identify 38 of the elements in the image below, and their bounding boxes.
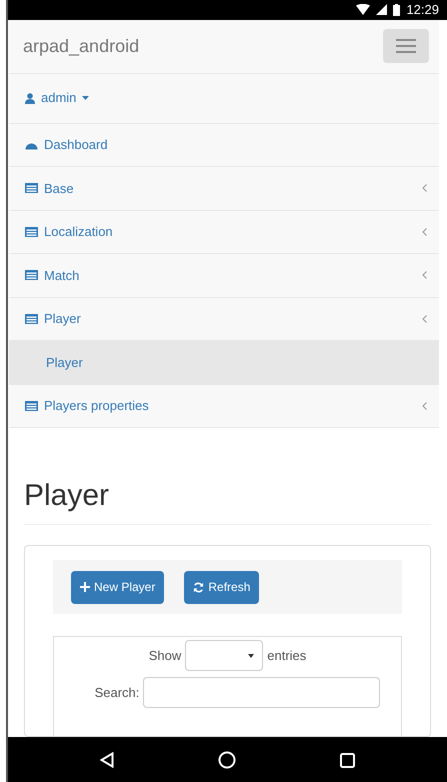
entries-label: entries <box>267 646 306 665</box>
show-label: Show <box>148 646 182 665</box>
home-icon[interactable] <box>218 751 236 769</box>
page-title: Player <box>24 473 431 525</box>
table-icon <box>25 183 38 194</box>
refresh-icon <box>193 582 204 592</box>
wifi-icon <box>356 4 370 16</box>
user-menu[interactable]: admin <box>25 88 90 108</box>
sidebar-item[interactable]: Dashboard <box>9 124 439 167</box>
battery-icon <box>393 4 400 16</box>
search-label: Search: <box>94 684 140 702</box>
caret-icon <box>82 96 90 100</box>
sidebar-item[interactable]: Localization <box>9 210 439 254</box>
sidebar-item[interactable]: Player <box>9 298 439 341</box>
chevron-left-icon <box>422 228 427 236</box>
caret-icon <box>248 654 254 658</box>
recents-icon[interactable] <box>340 752 355 768</box>
search-field[interactable] <box>143 677 380 708</box>
submenu-item[interactable]: Player <box>9 341 439 384</box>
new-player-button[interactable]: New Player <box>71 570 164 604</box>
plus-icon <box>80 582 90 592</box>
menu-icon <box>396 39 416 53</box>
signal-icon <box>376 4 388 16</box>
table-icon <box>25 314 38 324</box>
refresh-button[interactable]: Refresh <box>184 570 260 604</box>
chevron-left-icon <box>422 402 427 410</box>
app-brand[interactable]: arpad_android <box>23 32 140 60</box>
back-icon[interactable] <box>100 752 114 768</box>
status-time: 12:29 <box>406 1 439 19</box>
table-icon <box>25 400 38 411</box>
user-icon <box>25 92 35 104</box>
table-icon <box>25 270 38 280</box>
chevron-left-icon <box>422 314 427 323</box>
chevron-left-icon <box>422 184 427 192</box>
menu-toggle-button[interactable] <box>383 29 429 63</box>
sidebar-item[interactable]: Players properties <box>9 384 439 428</box>
chevron-left-icon <box>422 271 427 280</box>
table-icon <box>25 226 38 237</box>
